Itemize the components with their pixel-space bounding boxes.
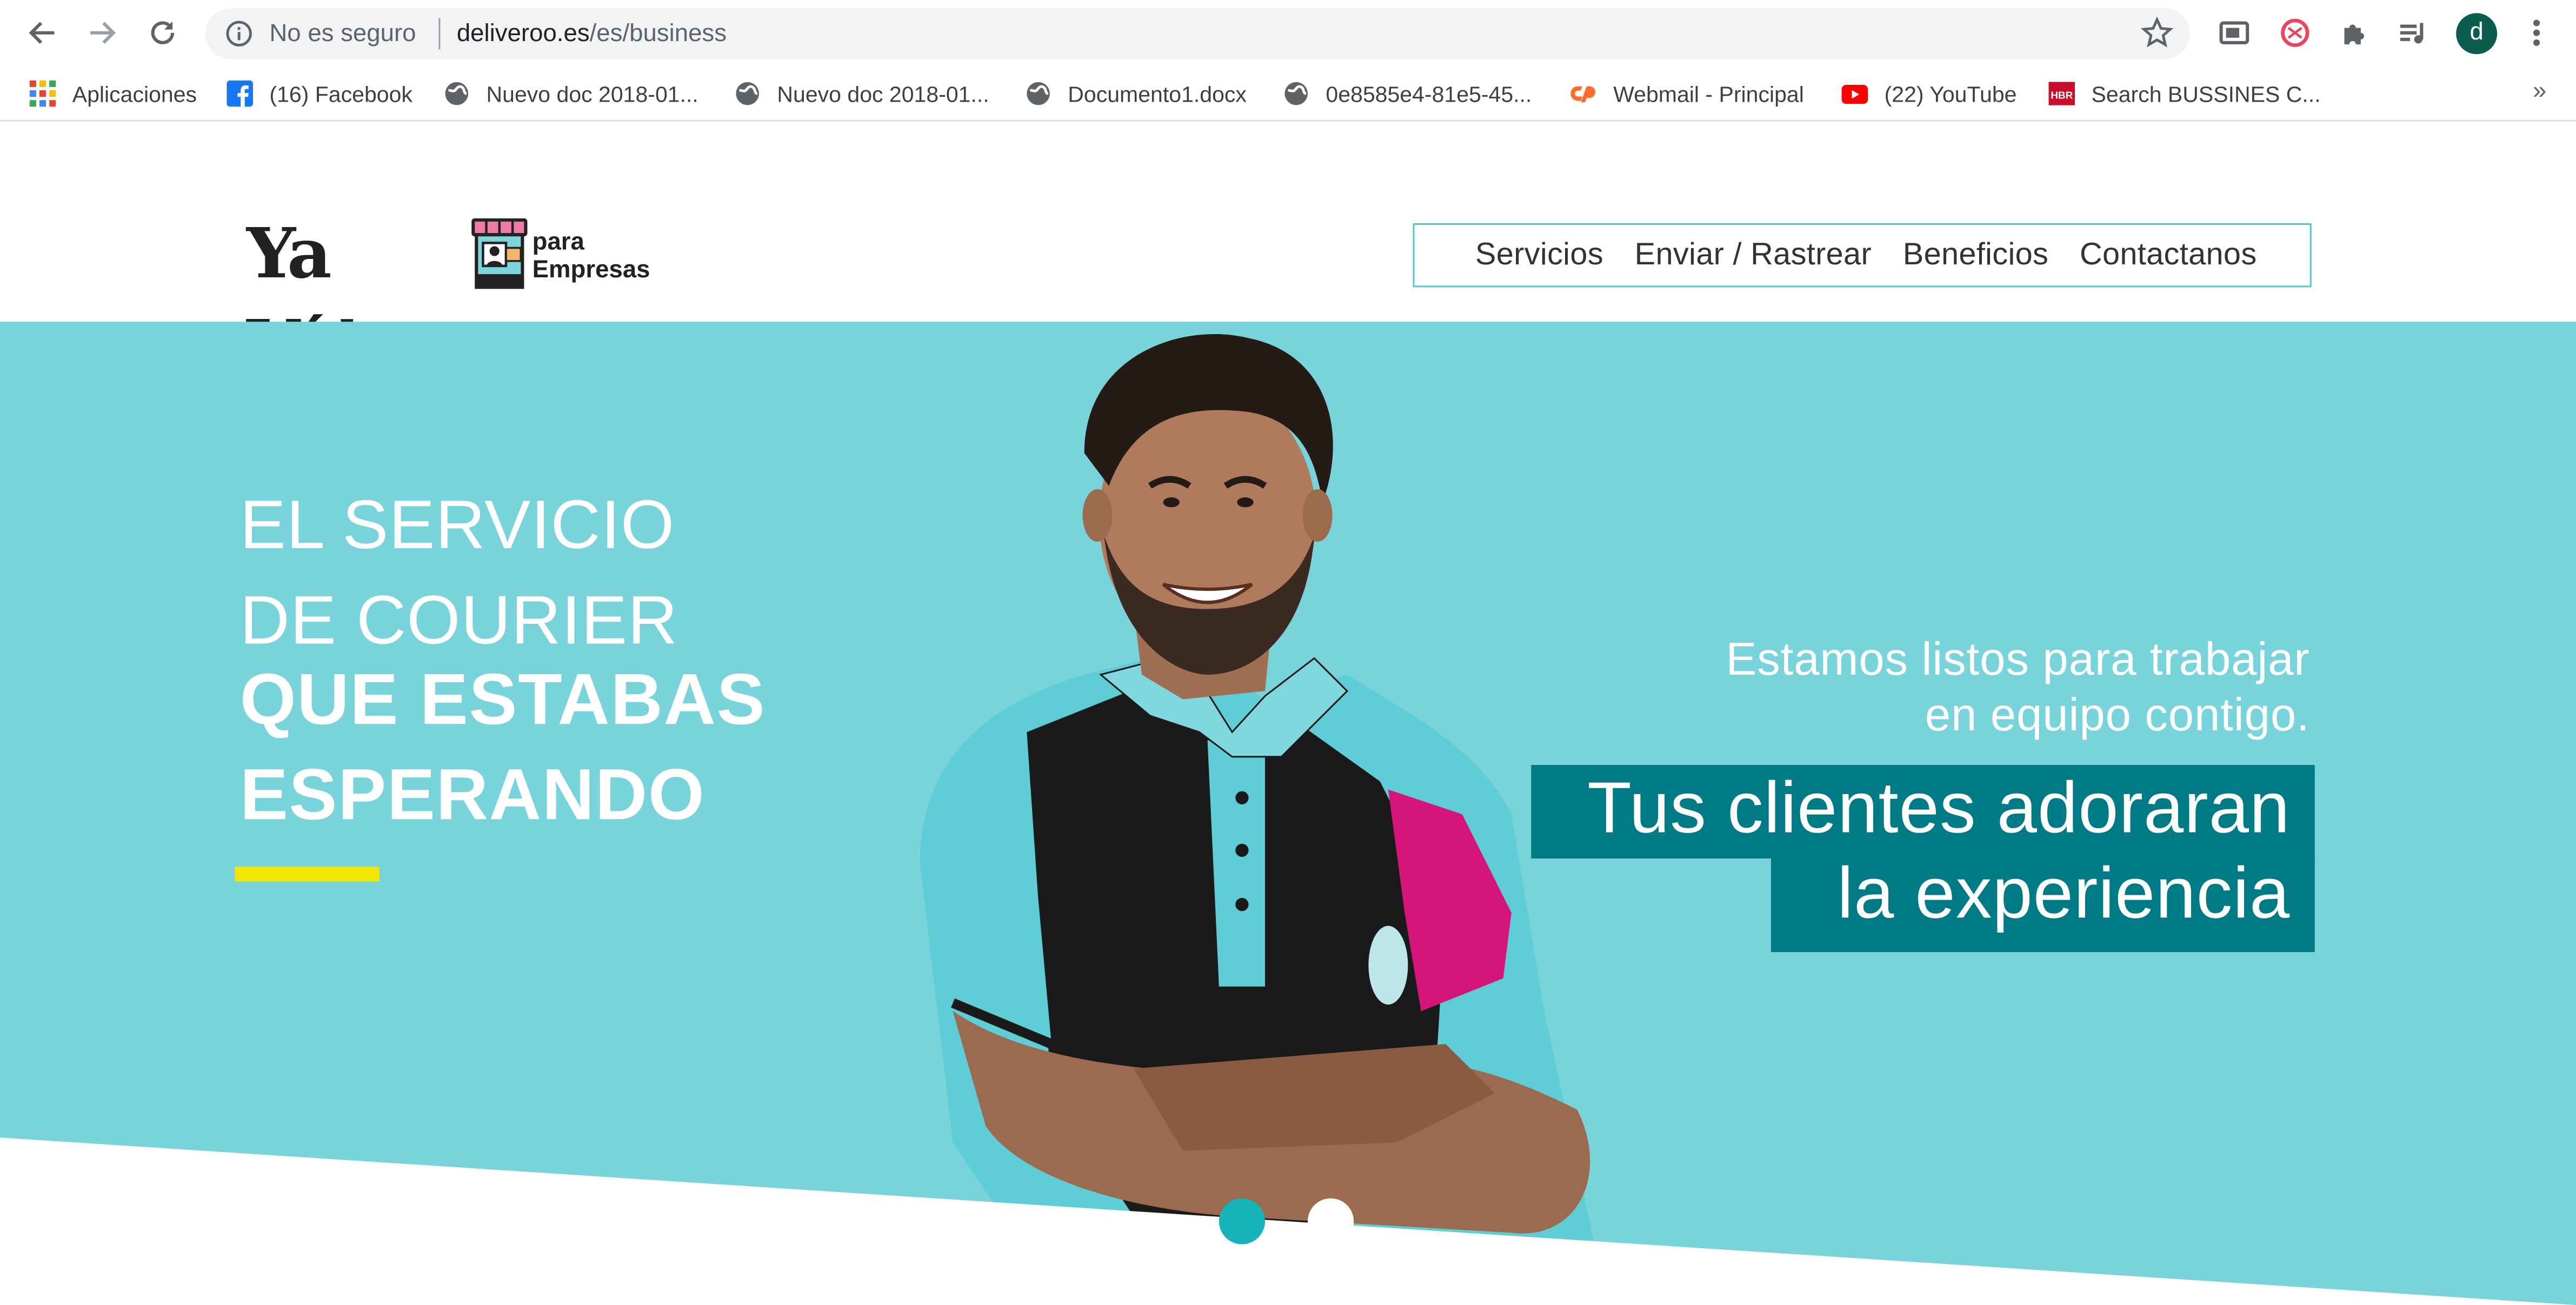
- storefront-icon: [471, 218, 528, 299]
- facebook-icon: [227, 80, 253, 107]
- bookmark-apps[interactable]: Aplicaciones: [29, 79, 197, 109]
- back-button[interactable]: [23, 13, 63, 52]
- cpanel-icon: [1570, 81, 1597, 107]
- svg-text:HBR: HBR: [2051, 90, 2073, 102]
- bookmarks-overflow-button[interactable]: »: [2533, 77, 2546, 105]
- extensions-puzzle-icon[interactable]: [2336, 15, 2372, 51]
- url-text[interactable]: deliveroo.es/es/business: [457, 19, 727, 48]
- browser-menu-icon[interactable]: [2519, 15, 2555, 51]
- bookmark-label: Documento1.docx: [1068, 81, 1247, 106]
- hero-heading-line-4: ESPERANDO: [239, 755, 705, 836]
- bookmark-youtube[interactable]: (22) YouTube: [1841, 79, 2017, 109]
- bookmark-webmail[interactable]: Webmail - Principal: [1570, 79, 1804, 109]
- browser-window: No es seguro deliveroo.es/es/business d: [0, 0, 2576, 1305]
- bookmark-star-icon[interactable]: [2140, 16, 2174, 57]
- web-page: Ya Vá! paraEmpresas Servic: [0, 123, 2576, 1305]
- url-host: deliveroo.es: [456, 19, 590, 48]
- arrow-right-icon: [90, 22, 116, 44]
- youtube-icon: [1841, 81, 1868, 107]
- bookmarks-bar: Aplicaciones (16) Facebook Nuevo doc 201…: [0, 65, 2576, 122]
- hero-highlight-line-2: la experiencia: [1837, 853, 2291, 934]
- logo-subtitle: para Empresas: [532, 228, 650, 284]
- forward-button[interactable]: [82, 13, 122, 52]
- hero-tagline-line-1: Estamos listos para trabajar: [1726, 634, 2310, 685]
- site-header: Ya Vá! paraEmpresas Servic: [0, 152, 2576, 386]
- apps-grid-icon: [29, 80, 56, 107]
- bookmark-label: Webmail - Principal: [1613, 81, 1804, 106]
- nav-link-enviar-rastrear[interactable]: Enviar / Rastrear: [1635, 237, 1872, 274]
- bookmark-label: 0e8585e4-81e5-45...: [1326, 81, 1532, 106]
- carousel-dot-2[interactable]: [1307, 1198, 1354, 1244]
- profile-avatar[interactable]: d: [2456, 13, 2498, 55]
- media-queue-icon[interactable]: [2395, 15, 2432, 51]
- cast-icon[interactable]: [2216, 15, 2252, 51]
- url-path: /es/business: [589, 19, 727, 48]
- globe-icon: [1025, 81, 1051, 107]
- hero-heading-line-1: EL SERVICIO: [239, 485, 675, 563]
- hero-heading-line-3: QUE ESTABAS: [239, 660, 766, 741]
- hero-banner: EL SERVICIO DE COURIER QUE ESTABAS ESPER…: [0, 322, 2576, 1305]
- globe-icon: [1283, 81, 1309, 107]
- bookmark-label: Search BUSSINES C...: [2091, 81, 2321, 106]
- hero-tagline-line-2: en equipo contigo.: [1925, 689, 2310, 741]
- bookmark-label: Aplicaciones: [72, 81, 197, 106]
- hbr-icon: HBR: [2048, 81, 2075, 107]
- hero-underline-accent: [235, 867, 380, 882]
- security-status[interactable]: No es seguro: [269, 19, 416, 48]
- hero-heading-line-2: DE COURIER: [239, 581, 678, 658]
- omnibox-divider: [438, 18, 441, 50]
- bookmark-hbr[interactable]: HBR Search BUSSINES C...: [2048, 79, 2321, 109]
- bookmark-documento1[interactable]: Documento1.docx: [1025, 79, 1247, 109]
- nav-link-servicios[interactable]: Servicios: [1475, 237, 1603, 274]
- bookmark-facebook[interactable]: (16) Facebook: [227, 79, 412, 109]
- browser-toolbar: No es seguro deliveroo.es/es/business d: [0, 0, 2576, 66]
- bookmark-label: (16) Facebook: [269, 81, 412, 106]
- bookmark-guid[interactable]: 0e8585e4-81e5-45...: [1283, 79, 1532, 109]
- main-navigation: Servicios Enviar / Rastrear Beneficios C…: [1413, 223, 2312, 288]
- address-bar[interactable]: No es seguro deliveroo.es/es/business: [205, 8, 2190, 59]
- nav-link-contactanos[interactable]: Contactanos: [2080, 237, 2257, 274]
- bookmark-label: (22) YouTube: [1884, 81, 2017, 106]
- bookmark-doc-1[interactable]: Nuevo doc 2018-01...: [444, 79, 698, 109]
- extension-swirl-icon[interactable]: [2277, 15, 2313, 51]
- bookmark-label: Nuevo doc 2018-01...: [486, 81, 698, 106]
- globe-icon: [444, 81, 470, 107]
- arrow-left-icon: [29, 22, 55, 44]
- reload-button[interactable]: [143, 13, 182, 52]
- bookmark-doc-2[interactable]: Nuevo doc 2018-01...: [734, 79, 989, 109]
- reload-icon: [151, 21, 175, 44]
- nav-link-beneficios[interactable]: Beneficios: [1903, 237, 2048, 274]
- info-icon[interactable]: [225, 19, 253, 56]
- carousel-dot-1-active[interactable]: [1219, 1198, 1265, 1244]
- globe-icon: [734, 81, 761, 107]
- bookmark-label: Nuevo doc 2018-01...: [777, 81, 989, 106]
- hero-highlight-line-1: Tus clientes adoraran: [1587, 768, 2291, 849]
